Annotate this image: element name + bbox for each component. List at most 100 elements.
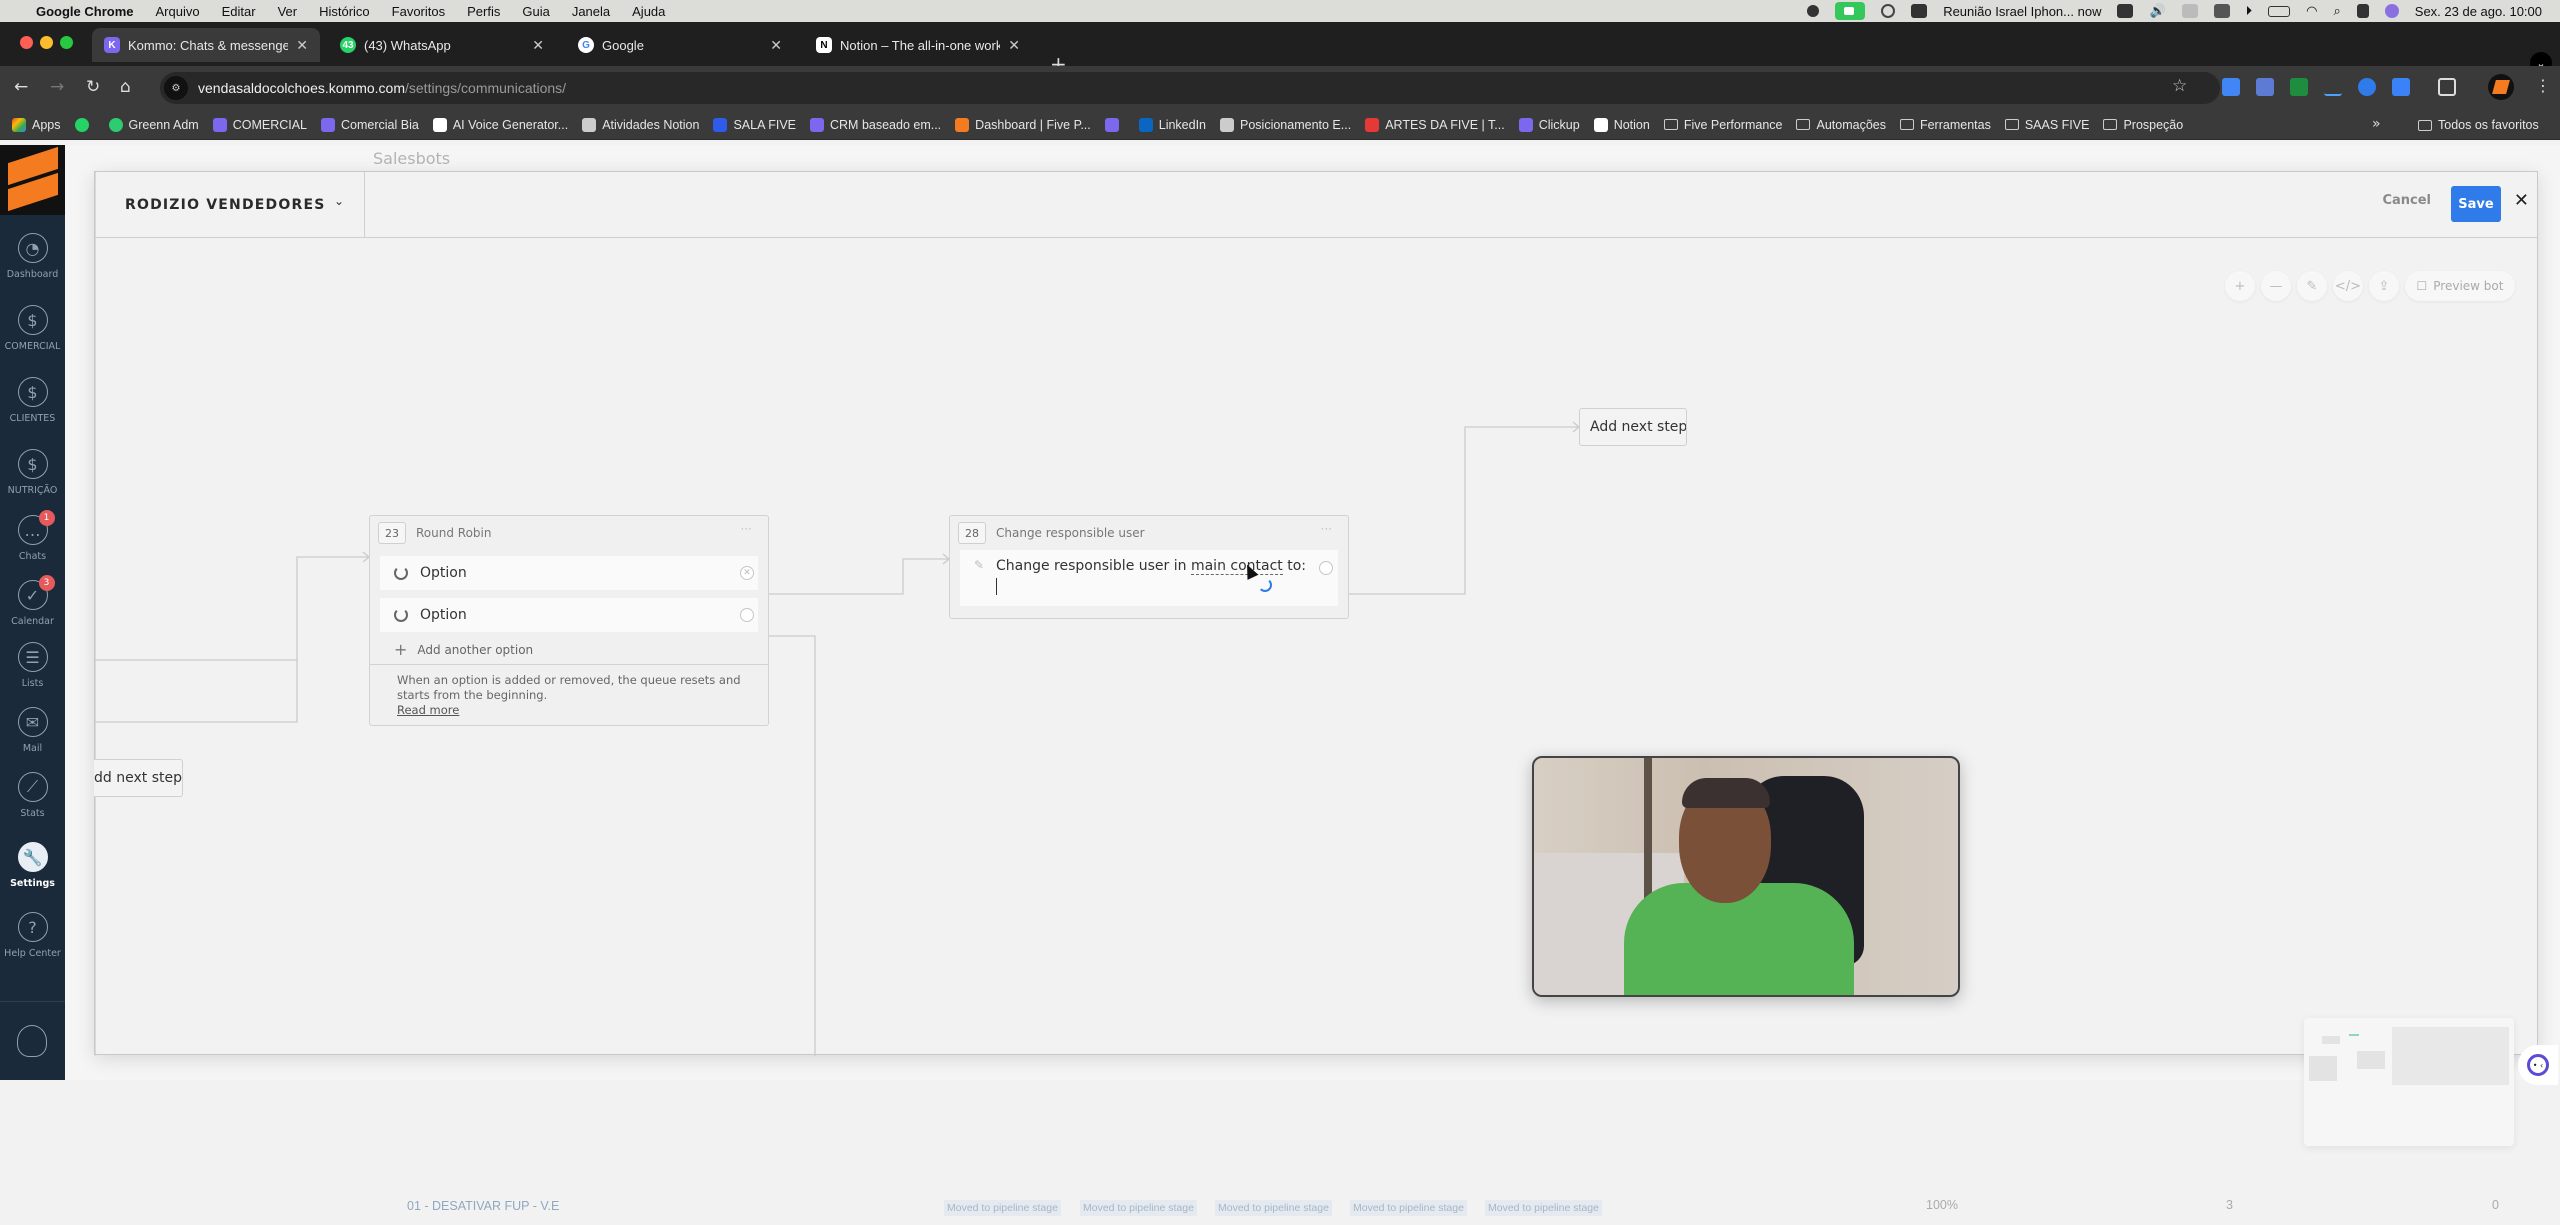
entity-selector-link[interactable]: main contact xyxy=(1190,558,1283,575)
extension-dev-icon[interactable] xyxy=(2256,78,2274,96)
sidebar-item-settings[interactable]: 🔧 Settings xyxy=(0,842,65,889)
menu-ajuda[interactable]: Ajuda xyxy=(632,4,665,19)
bookmark-folder-ferramentas[interactable]: Ferramentas xyxy=(1899,118,1991,132)
screen-mirror-icon[interactable] xyxy=(2181,4,2198,18)
preview-bot-button[interactable]: ☐ Preview bot xyxy=(2405,271,2515,301)
bookmark-comercial-bia[interactable]: Comercial Bia xyxy=(321,117,419,132)
close-tab-icon[interactable]: ✕ xyxy=(532,37,544,54)
minimap-viewport[interactable] xyxy=(2392,1027,2509,1085)
reload-icon[interactable]: ↻ xyxy=(86,77,100,97)
ai-assistant-button[interactable]: • ‹ xyxy=(2518,1045,2558,1085)
round-robin-step[interactable]: 23 Round Robin ··· Option ✕ Option + Add… xyxy=(369,515,769,726)
play-icon[interactable]: ⏵ xyxy=(2246,3,2253,19)
home-icon[interactable]: ⌂ xyxy=(120,77,131,97)
bookmark-linkedin[interactable]: LinkedIn xyxy=(1138,117,1206,132)
sidebar-item-lists[interactable]: ☰ Lists xyxy=(0,642,65,689)
creative-cloud-icon[interactable] xyxy=(1881,4,1896,18)
zoom-in-button[interactable]: + xyxy=(2225,271,2255,301)
window-close-button[interactable] xyxy=(20,36,33,49)
close-tab-icon[interactable]: ✕ xyxy=(296,37,308,54)
bookmarks-overflow-icon[interactable]: » xyxy=(2372,116,2381,132)
bookmark-sala-five[interactable]: SALA FIVE xyxy=(713,117,796,132)
notifications-bell-icon[interactable] xyxy=(17,1025,47,1057)
change-responsible-user-step[interactable]: 28 Change responsible user ··· ✎ Change … xyxy=(949,515,1349,619)
bookmark-notion[interactable]: Notion xyxy=(1593,117,1650,132)
sidebar-item-mail[interactable]: ✉ Mail xyxy=(0,707,65,754)
company-logo[interactable] xyxy=(0,145,65,215)
record-icon[interactable] xyxy=(1807,5,1820,17)
output-port[interactable] xyxy=(1319,561,1333,575)
more-options-icon[interactable]: ··· xyxy=(1321,522,1332,536)
bot-name-selector[interactable]: RODIZIO VENDEDORES ⌄ xyxy=(95,172,365,238)
tab-kommo[interactable]: K Kommo: Chats & messengers ✕ xyxy=(92,28,320,62)
facetime-icon[interactable] xyxy=(1835,2,1866,20)
spotlight-search-icon[interactable]: ⌕ xyxy=(2334,3,2341,19)
window-minimize-button[interactable] xyxy=(40,36,53,49)
menu-ver[interactable]: Ver xyxy=(278,4,298,19)
change-user-input[interactable]: ✎ Change responsible user in main contac… xyxy=(960,550,1338,606)
sidebar-item-clientes[interactable]: $ CLIENTES xyxy=(0,377,65,424)
menu-editar[interactable]: Editar xyxy=(222,4,256,19)
menu-historico[interactable]: Histórico xyxy=(319,4,370,19)
cancel-button[interactable]: Cancel xyxy=(2382,193,2431,208)
bookmark-folder-five-performance[interactable]: Five Performance xyxy=(1663,118,1782,132)
round-robin-option[interactable]: Option xyxy=(380,598,758,632)
extensions-puzzle-icon[interactable] xyxy=(2438,78,2456,96)
export-button[interactable]: ⇪ xyxy=(2369,271,2399,301)
add-next-step-button[interactable]: Add next step xyxy=(1579,408,1687,446)
notification-text[interactable]: Reunião Israel Iphon... now xyxy=(1943,4,2101,19)
datetime[interactable]: Sex. 23 de ago. 10:00 xyxy=(2415,4,2542,19)
bookmark-folder-prospecao[interactable]: Prospeção xyxy=(2103,118,2183,132)
add-next-step-button-left[interactable]: dd next step xyxy=(94,759,183,797)
sidebar-item-help-center[interactable]: ? Help Center xyxy=(0,912,65,959)
bookmark-atividades-notion[interactable]: Atividades Notion xyxy=(582,117,699,132)
battery-icon[interactable] xyxy=(2268,5,2291,17)
window-maximize-button[interactable] xyxy=(60,36,73,49)
scissors-app-icon[interactable] xyxy=(1911,4,1928,18)
more-options-icon[interactable]: ··· xyxy=(741,522,752,536)
code-view-button[interactable]: </> xyxy=(2333,271,2363,301)
bookmark-artes-five[interactable]: ARTES DA FIVE | T... xyxy=(1365,117,1505,132)
volume-icon[interactable]: 🔊 xyxy=(2149,3,2165,19)
menu-perfis[interactable]: Perfis xyxy=(467,4,500,19)
sidebar-item-comercial[interactable]: $ COMERCIAL xyxy=(0,305,65,352)
bookmark-comercial[interactable]: COMERCIAL xyxy=(212,117,307,132)
bookmark-apps[interactable]: Apps xyxy=(12,117,61,132)
output-port[interactable] xyxy=(740,608,754,622)
menu-guia[interactable]: Guia xyxy=(522,4,549,19)
stage-name[interactable]: 01 - DESATIVAR FUP - V.E xyxy=(407,1199,559,1213)
video-call-overlay[interactable] xyxy=(1532,756,1960,997)
translate-extension-icon[interactable] xyxy=(2222,78,2240,96)
address-bar[interactable]: ⚙ vendasaldocolchoes.kommo.com/settings/… xyxy=(160,72,2220,104)
bookmark-folder-saas-five[interactable]: SAAS FIVE xyxy=(2004,118,2089,132)
chevron-down-icon[interactable]: ⌄ xyxy=(334,194,344,208)
bookmark-kommo[interactable] xyxy=(1104,117,1125,132)
magic-wand-button[interactable]: ✎ xyxy=(2297,271,2327,301)
bookmark-all-favorites[interactable]: Todos os favoritos xyxy=(2418,110,2539,140)
bookmark-whatsapp[interactable] xyxy=(74,117,95,132)
control-center-icon[interactable] xyxy=(2356,4,2369,18)
calendar-app-icon[interactable] xyxy=(2213,4,2230,18)
back-arrow-icon[interactable]: ← xyxy=(14,77,28,97)
menu-arquivo[interactable]: Arquivo xyxy=(156,4,200,19)
read-more-link[interactable]: Read more xyxy=(397,703,768,718)
sidebar-item-calendar[interactable]: ✓ 3 Calendar xyxy=(0,575,65,627)
bookmark-folder-automacoes[interactable]: Automações xyxy=(1796,118,1886,132)
menu-janela[interactable]: Janela xyxy=(572,4,610,19)
tab-google[interactable]: G Google ✕ xyxy=(566,28,794,62)
drive-icon[interactable] xyxy=(2117,4,2134,18)
extension-wave-icon[interactable] xyxy=(2324,78,2342,96)
extension-blue-icon[interactable] xyxy=(2392,78,2410,96)
sidebar-item-nutricao[interactable]: $ NUTRIÇÃO xyxy=(0,449,65,496)
page-breadcrumb[interactable]: Salesbots xyxy=(373,149,450,168)
site-settings-icon[interactable]: ⚙ xyxy=(164,76,188,100)
bookmark-crm[interactable]: CRM baseado em... xyxy=(810,117,941,132)
menu-app-name[interactable]: Google Chrome xyxy=(36,4,134,19)
zoom-out-button[interactable]: — xyxy=(2261,271,2291,301)
sidebar-item-dashboard[interactable]: ◔ Dashboard xyxy=(0,233,65,280)
chrome-menu-icon[interactable]: ⋮ xyxy=(2535,76,2551,95)
close-icon[interactable]: ✕ xyxy=(2514,190,2529,211)
save-button[interactable]: Save xyxy=(2451,186,2501,222)
close-tab-icon[interactable]: ✕ xyxy=(1008,37,1020,54)
forward-arrow-icon[interactable]: → xyxy=(50,77,64,97)
